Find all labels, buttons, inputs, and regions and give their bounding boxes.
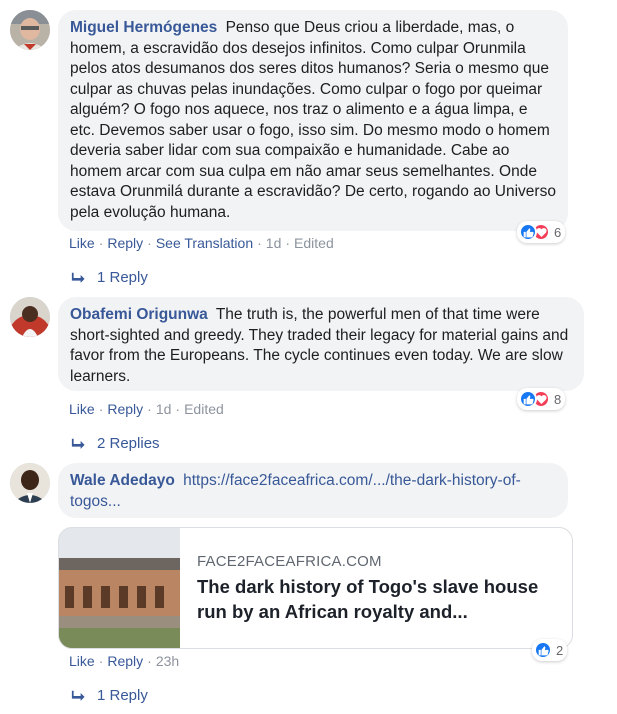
edited-label[interactable]: Edited	[184, 401, 224, 417]
comment-bubble: Wale Adedayo https://face2faceafrica.com…	[58, 463, 568, 518]
like-button[interactable]: Like	[69, 401, 95, 417]
avatar[interactable]	[10, 10, 50, 50]
separator-dot: ·	[98, 235, 104, 251]
link-preview-card[interactable]: FACE2FACEAFRICA.COM The dark history of …	[58, 527, 573, 649]
see-translation-link[interactable]: See Translation	[156, 235, 253, 251]
view-replies-link[interactable]: 2 Replies	[71, 435, 160, 452]
separator-dot: ·	[257, 235, 262, 251]
reaction-count: 8	[554, 391, 562, 407]
avatar[interactable]	[10, 297, 50, 337]
separator-dot: ·	[175, 401, 181, 417]
comment-actions: Like · Reply · See Translation · 1d · Edited	[69, 235, 334, 251]
separator-dot: ·	[98, 401, 104, 417]
author-name[interactable]: Wale Adedayo	[70, 472, 175, 489]
comment-bubble: Obafemi Origunwa The truth is, the power…	[58, 297, 584, 391]
replies-count: 2 Replies	[97, 435, 160, 452]
author-name[interactable]: Obafemi Origunwa	[70, 306, 208, 323]
reply-arrow-icon	[71, 272, 85, 283]
view-replies-link[interactable]: 1 Reply	[71, 269, 148, 286]
thumbs-up-icon	[519, 390, 537, 408]
thumbs-up-icon	[534, 641, 552, 659]
reply-arrow-icon	[71, 438, 85, 449]
avatar[interactable]	[10, 463, 50, 503]
reaction-summary[interactable]: 2	[532, 639, 568, 661]
thumbs-up-icon	[519, 223, 537, 241]
link-title[interactable]: The dark history of Togo's slave house r…	[197, 574, 562, 624]
replies-count: 1 Reply	[97, 269, 148, 286]
timestamp[interactable]: 23h	[156, 653, 179, 669]
replies-count: 1 Reply	[97, 687, 148, 704]
reply-button[interactable]: Reply	[107, 235, 143, 251]
edited-label[interactable]: Edited	[294, 235, 334, 251]
separator-dot: ·	[285, 235, 291, 251]
link-domain: FACE2FACEAFRICA.COM	[197, 553, 382, 570]
separator-dot: ·	[147, 401, 152, 417]
author-name[interactable]: Miguel Hermógenes	[70, 19, 217, 36]
view-replies-link[interactable]: 1 Reply	[71, 687, 148, 704]
comment-actions: Like · Reply · 23h	[69, 653, 179, 669]
reaction-summary[interactable]: 8	[517, 388, 566, 410]
separator-dot: ·	[147, 653, 152, 669]
reaction-count: 6	[554, 224, 562, 240]
reply-arrow-icon	[71, 690, 85, 701]
separator-dot: ·	[98, 653, 104, 669]
link-thumbnail	[59, 528, 180, 648]
comment-actions: Like · Reply · 1d · Edited	[69, 401, 224, 417]
comment-text: Penso que Deus criou a liberdade, mas, o…	[70, 19, 556, 221]
reply-button[interactable]: Reply	[107, 653, 143, 669]
separator-dot: ·	[147, 235, 152, 251]
like-button[interactable]: Like	[69, 235, 95, 251]
timestamp[interactable]: 1d	[156, 401, 172, 417]
reaction-summary[interactable]: 6	[517, 221, 566, 243]
reply-button[interactable]: Reply	[107, 401, 143, 417]
like-button[interactable]: Like	[69, 653, 95, 669]
comment-bubble: Miguel Hermógenes Penso que Deus criou a…	[58, 10, 568, 231]
timestamp[interactable]: 1d	[266, 235, 282, 251]
reaction-count: 2	[556, 642, 564, 658]
